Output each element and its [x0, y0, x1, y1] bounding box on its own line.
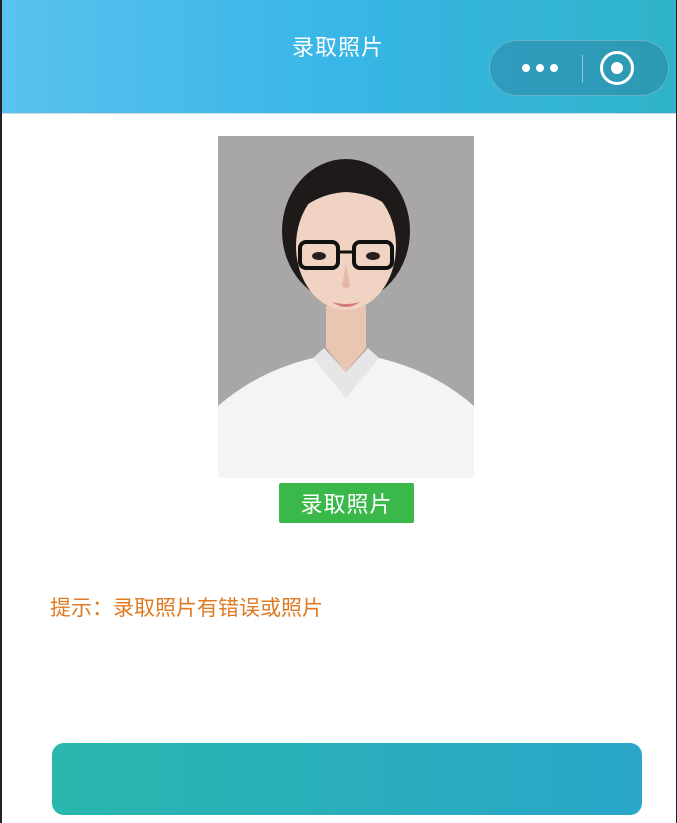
primary-action-button[interactable]	[52, 743, 642, 815]
app-frame: 录取照片 录取照片 提示：录取照片有错误或照片	[0, 0, 677, 823]
more-dots-icon[interactable]	[510, 55, 570, 81]
retake-photo-button[interactable]: 录取照片	[279, 483, 414, 523]
capsule-divider	[582, 55, 583, 83]
page-title: 录取照片	[292, 36, 385, 61]
close-circle-icon[interactable]	[600, 51, 634, 85]
hint-text: 提示：录取照片有错误或照片	[50, 596, 323, 620]
top-bar: 录取照片	[2, 0, 676, 114]
mini-program-capsule	[489, 40, 669, 96]
admission-photo	[218, 136, 474, 478]
